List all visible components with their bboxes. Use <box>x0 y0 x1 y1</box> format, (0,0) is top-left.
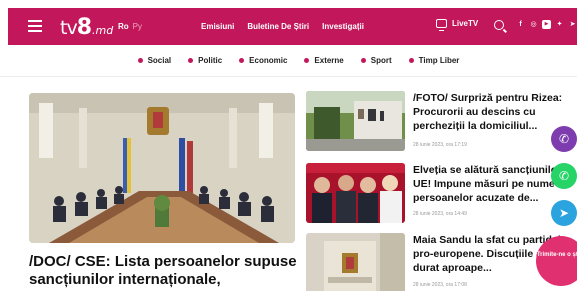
youtube-icon[interactable]: ▶ <box>542 20 551 29</box>
category-politic[interactable]: Politic <box>188 56 222 65</box>
bullet-icon <box>304 57 310 63</box>
telegram-share-icon[interactable]: ➤ <box>551 200 577 226</box>
category-externe[interactable]: Externe <box>304 56 344 65</box>
nav-investigatii[interactable]: Investigații <box>322 22 364 31</box>
hero-image[interactable] <box>29 93 295 243</box>
bullet-icon <box>239 57 245 63</box>
viber-share-icon[interactable]: ✆ <box>551 126 577 152</box>
news-date: 28 iunie 2023, ora 17:08 <box>413 282 467 288</box>
twitter-icon[interactable]: ✦ <box>555 20 564 29</box>
nav-buletine[interactable]: Buletine De Știri <box>247 22 309 31</box>
site-logo[interactable]: tv8.md <box>60 15 113 40</box>
news-thumbnail[interactable] <box>306 163 405 223</box>
tv-icon <box>436 19 447 31</box>
social-links: f ◎ ▶ ✦ ➤ <box>516 20 577 29</box>
news-date: 28 iunie 2023, ora 14:49 <box>413 211 467 217</box>
livetv-label: LiveTV <box>452 19 479 28</box>
category-sport[interactable]: Sport <box>360 56 392 65</box>
news-item[interactable]: /FOTO/ Surpriză pentru Rizea: Procurorii… <box>306 91 576 155</box>
whatsapp-share-icon[interactable]: ✆ <box>551 163 577 189</box>
bullet-icon <box>137 57 143 63</box>
bullet-icon <box>360 57 366 63</box>
instagram-icon[interactable]: ◎ <box>529 20 538 29</box>
facebook-icon[interactable]: f <box>516 20 525 29</box>
top-header: tv8.md Ro Ру Emisiuni Buletine De Știri I… <box>8 8 577 45</box>
lang-ru[interactable]: Ру <box>133 22 142 31</box>
nav-emisiuni[interactable]: Emisiuni <box>201 22 234 31</box>
news-headline[interactable]: Elveția se alătură sancțiunilor UE! Impu… <box>413 163 573 205</box>
category-nav: Social Politic Economic Externe Sport Ti… <box>0 45 577 75</box>
main-nav: Emisiuni Buletine De Știri Investigații <box>201 22 364 31</box>
news-headline[interactable]: /FOTO/ Surpriză pentru Rizea: Procurorii… <box>413 91 573 133</box>
category-social[interactable]: Social <box>137 56 171 65</box>
news-thumbnail[interactable] <box>306 91 405 151</box>
lang-ro[interactable]: Ro <box>118 22 129 31</box>
language-switcher[interactable]: Ro Ру <box>118 22 142 31</box>
bullet-icon <box>408 57 414 63</box>
category-timp-liber[interactable]: Timp Liber <box>408 56 459 65</box>
bullet-icon <box>188 57 194 63</box>
hamburger-menu-icon[interactable] <box>28 20 42 32</box>
search-icon[interactable] <box>494 20 504 30</box>
news-date: 28 iunie 2023, ora 17:19 <box>413 142 467 148</box>
category-economic[interactable]: Economic <box>239 56 287 65</box>
divider <box>0 76 577 77</box>
news-item[interactable]: Elveția se alătură sancțiunilor UE! Impu… <box>306 163 576 227</box>
telegram-icon[interactable]: ➤ <box>568 20 577 29</box>
news-thumbnail[interactable] <box>306 233 405 291</box>
livetv-link[interactable]: LiveTV <box>436 19 479 31</box>
hero-headline[interactable]: /DOC/ CSE: Lista persoanelor supuse sanc… <box>29 253 299 289</box>
